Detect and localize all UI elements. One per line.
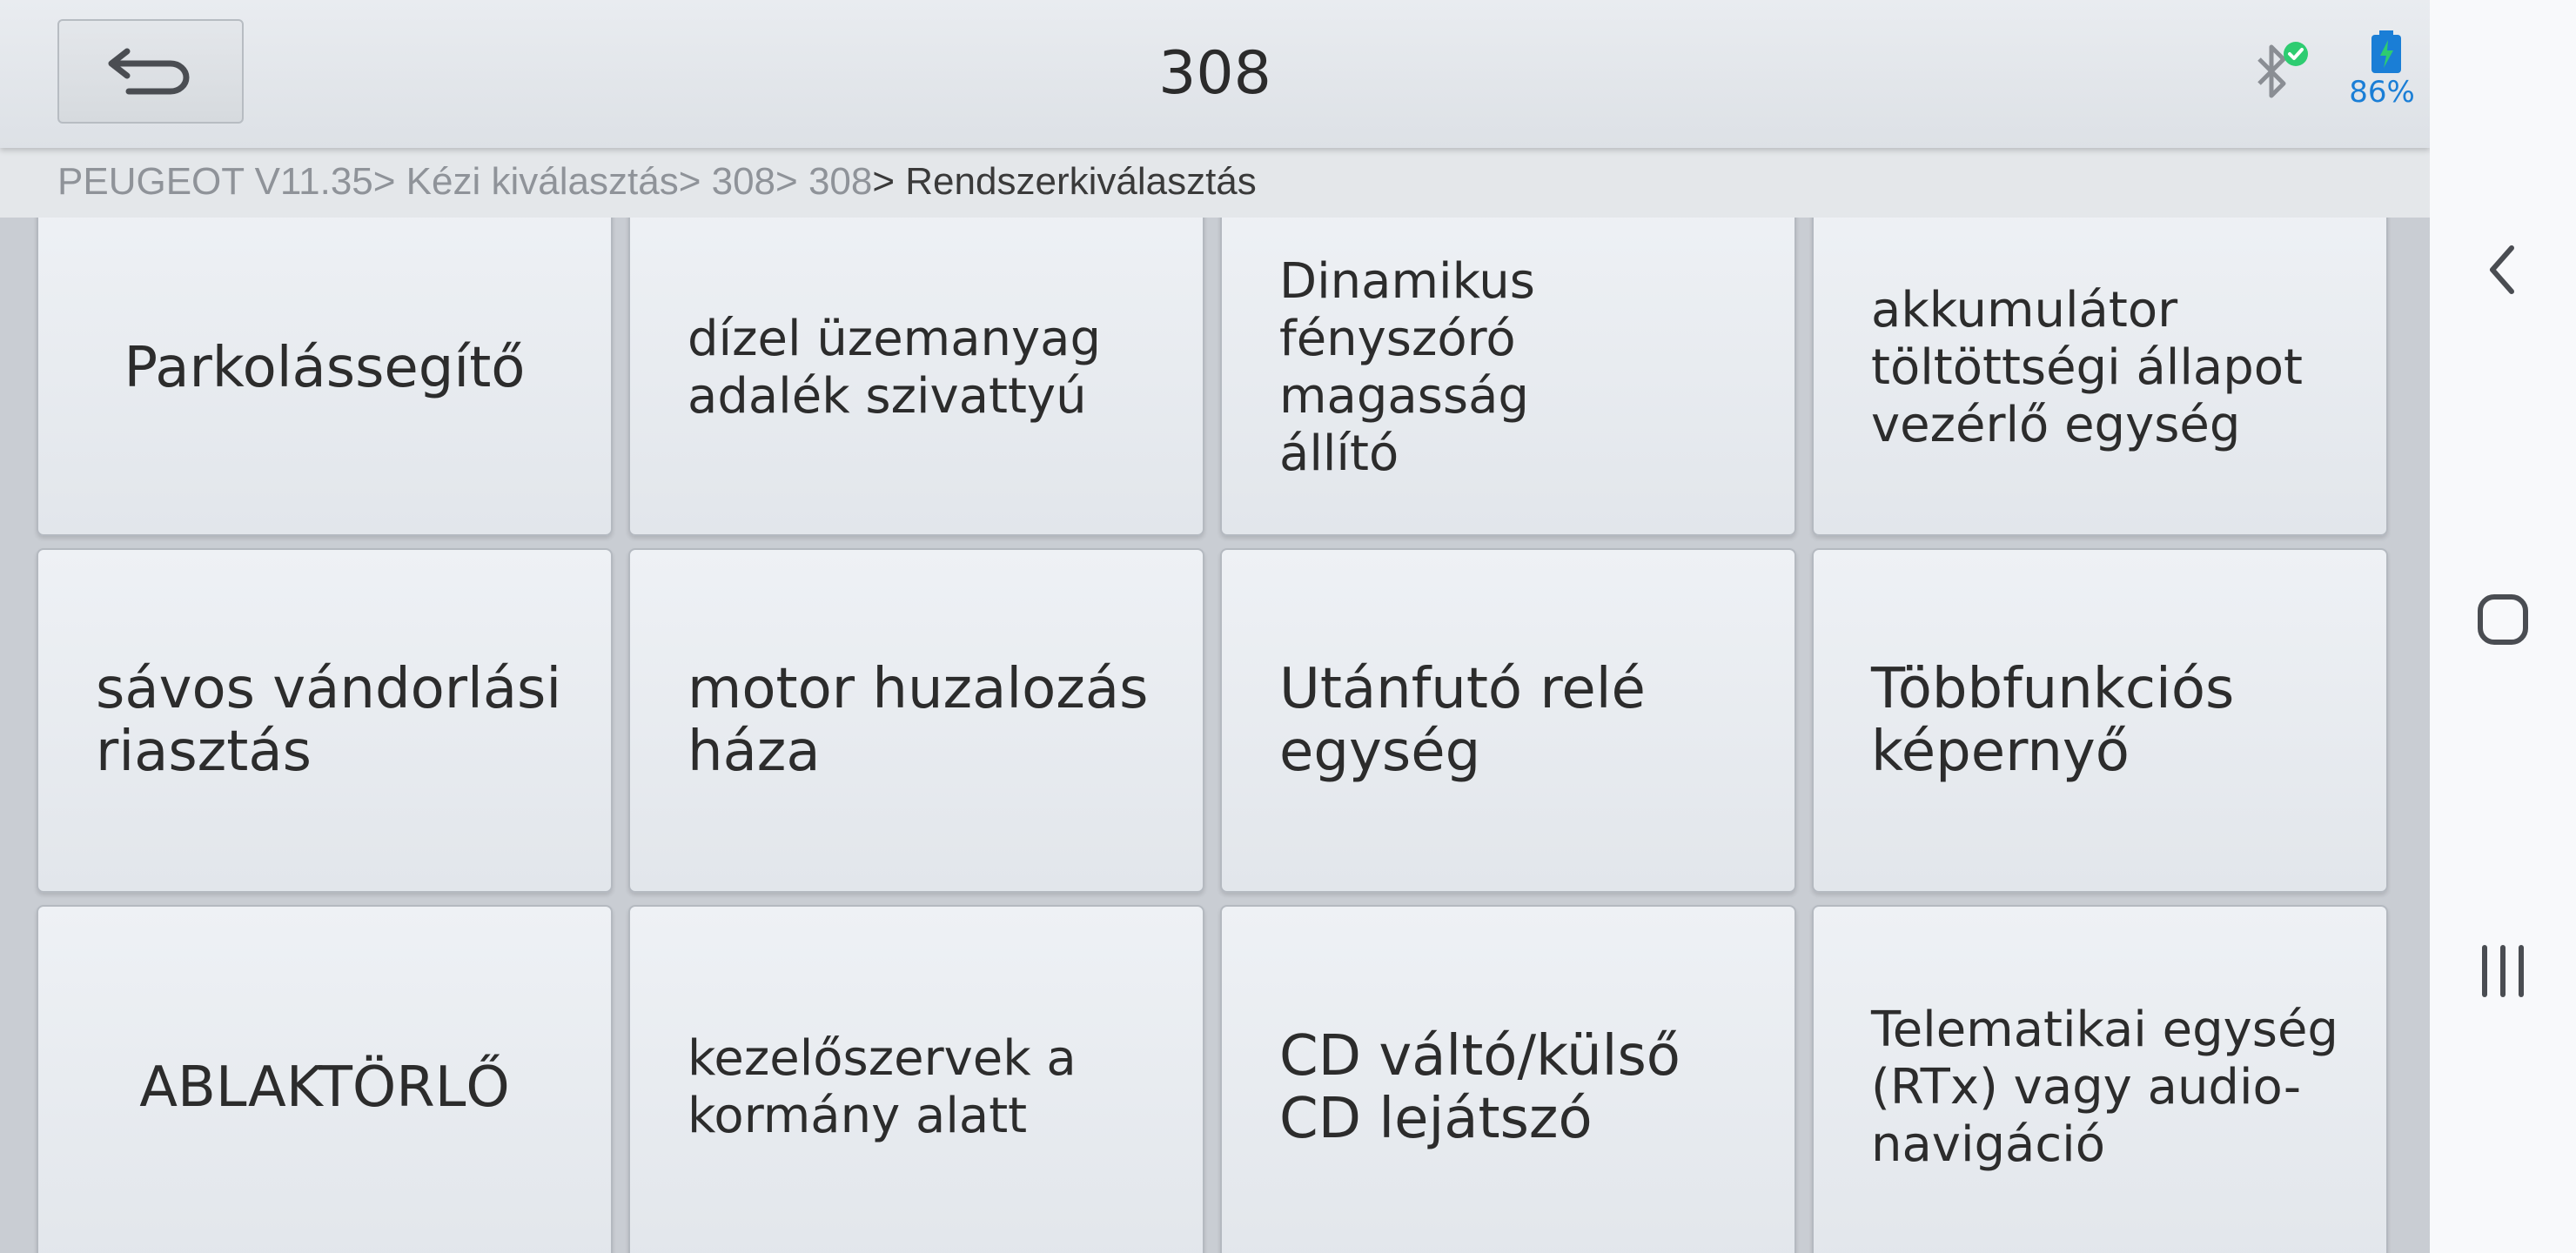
diagnostic-app: 308 86% PEUGEOT V11.35> Kézi kiválasztás…: [0, 0, 2430, 1253]
breadcrumb: PEUGEOT V11.35> Kézi kiválasztás> 308> 3…: [0, 148, 2430, 218]
system-grid: Parkolássegítő dízel üzemanyag adalék sz…: [0, 200, 2430, 1253]
system-tile[interactable]: Többfunkciós képernyő: [1812, 548, 2388, 893]
nav-recents-icon[interactable]: [2465, 933, 2541, 1009]
system-tile[interactable]: kezelőszervek a kormány alatt: [628, 905, 1204, 1253]
system-tile[interactable]: dízel üzemanyag adalék szivattyú: [628, 200, 1204, 536]
nav-back-icon[interactable]: [2465, 231, 2541, 308]
back-button[interactable]: [57, 19, 244, 124]
back-arrow-icon: [103, 39, 198, 104]
system-tile[interactable]: Telematikai egység (RTx) vagy audio- nav…: [1812, 905, 2388, 1253]
battery-percent: 86%: [2349, 75, 2415, 110]
system-tile[interactable]: sávos vándorlási riasztás: [37, 548, 613, 893]
bluetooth-connected-icon: [2249, 38, 2310, 108]
system-tile[interactable]: Dinamikus fényszóró magasság állító: [1220, 200, 1796, 536]
system-tile[interactable]: ABLAKTÖRLŐ: [37, 905, 613, 1253]
system-tile[interactable]: akkumulátor töltöttségi állapot vezérlő …: [1812, 200, 2388, 536]
nav-home-icon[interactable]: [2465, 581, 2541, 658]
breadcrumb-current: > Rendszerkiválasztás: [872, 160, 1257, 203]
system-tile[interactable]: motor huzalozás háza: [628, 548, 1204, 893]
system-tile[interactable]: Parkolássegítő: [37, 200, 613, 536]
system-tile[interactable]: CD váltó/külső CD lejátszó: [1220, 905, 1796, 1253]
top-bar: 308 86%: [0, 0, 2430, 148]
breadcrumb-path[interactable]: PEUGEOT V11.35> Kézi kiválasztás> 308> 3…: [57, 160, 872, 203]
system-tile[interactable]: Utánfutó relé egység: [1220, 548, 1796, 893]
page-title: 308: [1158, 39, 1271, 108]
